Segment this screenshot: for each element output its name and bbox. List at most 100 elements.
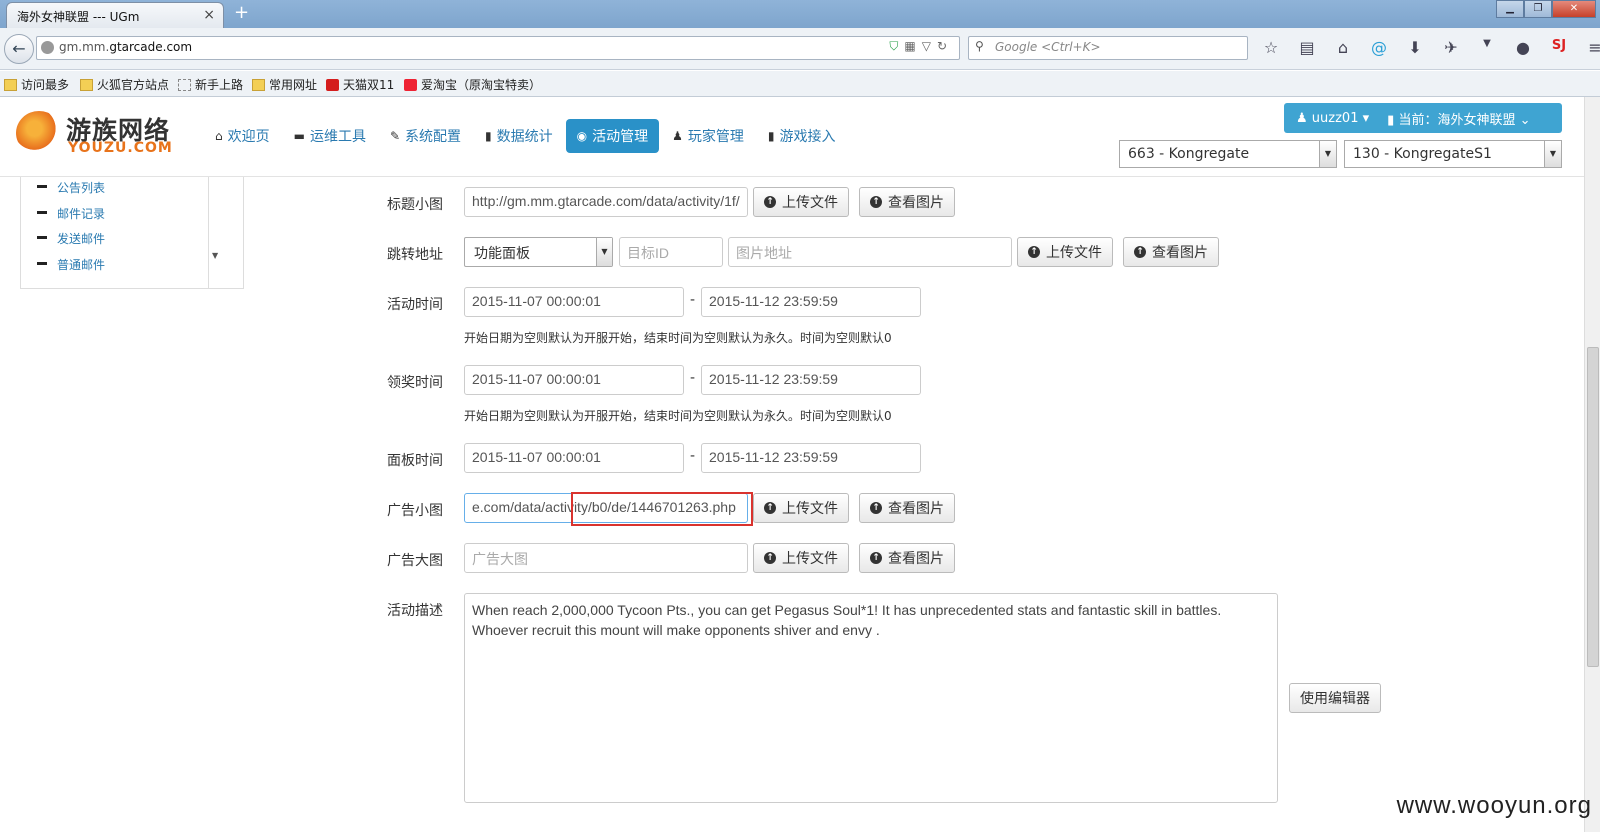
restore-button[interactable]: ❐: [1524, 0, 1552, 18]
description-label: 活动描述: [387, 603, 443, 619]
ad-large-input[interactable]: 广告大图: [464, 543, 748, 573]
nav-welcome[interactable]: ⌂ 欢迎页: [204, 119, 281, 153]
wrench-icon: ✎: [389, 129, 401, 143]
bookmark-label: 访问最多: [21, 78, 70, 92]
view-image-button[interactable]: ↑ 查看图片: [859, 187, 955, 217]
sidebar: 公告列表 邮件记录 发送邮件 普通邮件 ▼: [20, 177, 244, 289]
bookmark-star-icon[interactable]: ☆: [1260, 38, 1282, 57]
bookmark-item[interactable]: 常用网址: [252, 76, 317, 93]
time-help-text: 开始日期为空则默认为开服开始，结束时间为空则默认为永久。时间为空则默认0: [464, 409, 892, 423]
upload-circle-icon: ↑: [1028, 246, 1040, 258]
current-game: 海外女神联盟: [1437, 112, 1516, 128]
user-menu[interactable]: ♟ uuzz01 ▾: [1296, 111, 1369, 126]
close-window-button[interactable]: ✕: [1552, 0, 1596, 18]
title-icon-input[interactable]: http://gm.mm.gtarcade.com/data/activity/…: [464, 187, 748, 217]
menu-icon[interactable]: ≡: [1584, 38, 1600, 57]
activity-end-input[interactable]: 2015-11-12 23:59:59: [701, 287, 921, 317]
server-group-select[interactable]: 663 - Kongregate ▼: [1119, 140, 1337, 168]
extension-icon[interactable]: ✈: [1440, 38, 1462, 57]
url-prefix: gm.mm.: [59, 40, 110, 54]
back-button[interactable]: ←: [4, 34, 34, 64]
reward-start-input[interactable]: 2015-11-07 00:00:01: [464, 365, 684, 395]
browser-nav-bar: ← gm.mm.gtarcade.com ⛉▦▽↻ ⚲ Google <Ctrl…: [0, 28, 1600, 70]
dropdown-arrow-icon: ▼: [596, 238, 612, 266]
nav-ops-tools[interactable]: ▬ 运维工具: [283, 119, 377, 153]
button-label: 上传文件: [782, 501, 838, 517]
sidebar-item-normal-mail[interactable]: 普通邮件: [37, 256, 105, 273]
chevron-down-icon[interactable]: ▼: [1476, 38, 1498, 57]
bookmark-item[interactable]: 天猫双11: [326, 76, 394, 93]
tab-close-icon[interactable]: ×: [203, 7, 215, 23]
download-icon[interactable]: ⬇: [1404, 38, 1426, 57]
nav-label: 数据统计: [496, 129, 553, 145]
toolbar-icons: ☆ ▤ ⌂ @ ⬇ ✈ ▼ ● SJ ≡: [1260, 38, 1600, 57]
button-label: 上传文件: [1046, 245, 1102, 261]
at-icon[interactable]: @: [1368, 38, 1390, 57]
globe-icon: [41, 41, 54, 54]
folder-icon: [80, 78, 93, 91]
nav-label: 运维工具: [309, 129, 366, 145]
view-image-button[interactable]: ↑ 查看图片: [1123, 237, 1219, 267]
page-scrollbar[interactable]: [1584, 97, 1600, 832]
sidebar-item-mail-records[interactable]: 邮件记录: [37, 205, 105, 222]
redirect-type-select[interactable]: 功能面板 ▼: [464, 237, 613, 267]
description-textarea[interactable]: When reach 2,000,000 Tycoon Pts., you ca…: [464, 593, 1278, 803]
scrollbar-thumb[interactable]: [1587, 347, 1599, 667]
home-icon[interactable]: ⌂: [1332, 38, 1354, 57]
ad-large-label: 广告大图: [387, 553, 443, 569]
upload-file-button[interactable]: ↑ 上传文件: [753, 187, 849, 217]
bookmark-item[interactable]: 访问最多: [4, 76, 69, 93]
view-image-button[interactable]: ↑ 查看图片: [859, 493, 955, 523]
bookmark-item[interactable]: 火狐官方站点: [80, 76, 169, 93]
nav-game-access[interactable]: ▮ 游戏接入: [757, 119, 847, 153]
reload-icon[interactable]: ↻: [937, 39, 953, 53]
upload-circle-icon: ↑: [870, 196, 882, 208]
upload-file-button[interactable]: ↑ 上传文件: [753, 543, 849, 573]
nav-activity-management[interactable]: ◉ 活动管理: [565, 119, 660, 153]
panel-start-input[interactable]: 2015-11-07 00:00:01: [464, 443, 684, 473]
nav-system-config[interactable]: ✎ 系统配置: [379, 119, 472, 153]
browser-tab[interactable]: 海外女神联盟 --- UGm ×: [6, 2, 224, 28]
search-bar[interactable]: ⚲ Google <Ctrl+K>: [968, 36, 1248, 60]
bookmark-item[interactable]: 新手上路: [178, 76, 243, 93]
nav-statistics[interactable]: ▮ 数据统计: [474, 119, 564, 153]
new-tab-button[interactable]: +: [234, 2, 249, 23]
sj-icon[interactable]: SJ: [1548, 38, 1570, 57]
reading-list-icon[interactable]: ▤: [1296, 38, 1318, 57]
bookmark-item[interactable]: 爱淘宝（原淘宝特卖）: [404, 76, 541, 93]
sidebar-scrollbar[interactable]: [208, 177, 209, 288]
image-url-input[interactable]: 图片地址: [728, 237, 1012, 267]
button-label: 查看图片: [888, 551, 944, 567]
panel-end-input[interactable]: 2015-11-12 23:59:59: [701, 443, 921, 473]
button-label: 查看图片: [888, 195, 944, 211]
title-icon-label: 标题小图: [387, 197, 443, 213]
chat-icon[interactable]: ●: [1512, 38, 1534, 57]
range-separator: -: [690, 448, 696, 464]
sidebar-item-send-mail[interactable]: 发送邮件: [37, 230, 105, 247]
activity-start-input[interactable]: 2015-11-07 00:00:01: [464, 287, 684, 317]
upload-file-button[interactable]: ↑ 上传文件: [753, 493, 849, 523]
view-image-button[interactable]: ↑ 查看图片: [859, 543, 955, 573]
reward-end-input[interactable]: 2015-11-12 23:59:59: [701, 365, 921, 395]
nav-player-management[interactable]: ♟ 玩家管理: [661, 119, 755, 153]
target-id-input[interactable]: 目标ID: [619, 237, 723, 267]
description-line: Whoever recruit this mount will make opp…: [472, 622, 880, 638]
browser-tab-bar: 海外女神联盟 --- UGm × + ▁ ❐ ✕: [0, 0, 1600, 28]
shield-icon[interactable]: ⛉: [889, 39, 904, 53]
globe-icon: ◉: [576, 129, 588, 143]
use-editor-button[interactable]: 使用编辑器: [1289, 683, 1381, 713]
dropdown-icon[interactable]: ▽: [922, 39, 937, 53]
signal-icon: ▮: [485, 129, 492, 143]
address-bar[interactable]: gm.mm.gtarcade.com ⛉▦▽↻: [36, 36, 960, 60]
minimize-button[interactable]: ▁: [1496, 0, 1524, 18]
button-label: 上传文件: [782, 551, 838, 567]
home-icon: ⌂: [215, 129, 223, 143]
server-select[interactable]: 130 - KongregateS1 ▼: [1344, 140, 1562, 168]
qr-code-icon[interactable]: ▦: [904, 39, 921, 53]
logo-swirl-icon: [16, 111, 62, 155]
upload-file-button[interactable]: ↑ 上传文件: [1017, 237, 1113, 267]
sidebar-item-announcements[interactable]: 公告列表: [37, 179, 105, 196]
current-game-menu[interactable]: ▮ 当前：海外女神联盟 ⌄: [1387, 109, 1530, 128]
youzu-logo[interactable]: 游族网络 YOUZU.COM: [16, 109, 186, 157]
scroll-down-icon[interactable]: ▼: [212, 251, 218, 260]
